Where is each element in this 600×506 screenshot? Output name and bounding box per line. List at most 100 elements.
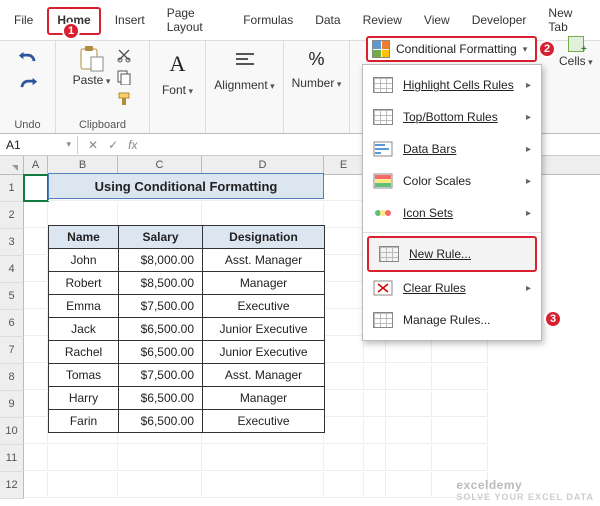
number-format-icon[interactable]: %: [308, 49, 324, 70]
cell[interactable]: [324, 445, 364, 471]
conditional-formatting-button[interactable]: Conditional Formatting ▾: [366, 36, 537, 62]
menu-new-rule[interactable]: New Rule...: [367, 236, 537, 272]
menu-clear-rules[interactable]: Clear Rules ▸: [363, 272, 541, 304]
insert-cells-button[interactable]: Cells: [559, 36, 593, 68]
cell[interactable]: [386, 472, 432, 498]
cell[interactable]: [324, 364, 364, 390]
tab-view[interactable]: View: [416, 9, 458, 33]
cancel-formula-icon[interactable]: ✕: [88, 138, 98, 152]
col-header-c[interactable]: C: [118, 156, 202, 174]
cell[interactable]: [324, 418, 364, 444]
menu-icon-sets[interactable]: Icon Sets ▸: [363, 197, 541, 229]
undo-icon[interactable]: [17, 51, 39, 67]
tab-developer[interactable]: Developer: [464, 9, 535, 33]
row-header-8[interactable]: 8: [0, 364, 24, 391]
cell[interactable]: [48, 472, 118, 498]
menu-color-scales[interactable]: Color Scales ▸: [363, 165, 541, 197]
row-header-2[interactable]: 2: [0, 202, 24, 229]
cell[interactable]: [324, 202, 364, 228]
row-header-7[interactable]: 7: [0, 337, 24, 364]
row-header-12[interactable]: 12: [0, 472, 24, 499]
cell[interactable]: [364, 445, 386, 471]
cell[interactable]: [118, 445, 202, 471]
table-row: John$8,000.00Asst. Manager: [49, 249, 325, 272]
row-header-10[interactable]: 10: [0, 418, 24, 445]
cell[interactable]: [24, 229, 48, 255]
menu-highlight-cells-rules[interactable]: Highlight Cells Rules ▸: [363, 69, 541, 101]
cell[interactable]: [24, 202, 48, 228]
row-header-4[interactable]: 4: [0, 256, 24, 283]
menu-data-bars[interactable]: Data Bars ▸: [363, 133, 541, 165]
cell[interactable]: [386, 364, 432, 390]
tab-file[interactable]: File: [6, 9, 41, 33]
row-header-9[interactable]: 9: [0, 391, 24, 418]
cell[interactable]: [24, 310, 48, 336]
cell[interactable]: [24, 337, 48, 363]
redo-icon[interactable]: [17, 77, 39, 93]
menu-manage-rules[interactable]: Manage Rules...: [363, 304, 541, 336]
menu-separator: [363, 232, 541, 233]
cell[interactable]: [202, 472, 324, 498]
row-header-11[interactable]: 11: [0, 445, 24, 472]
row-header-6[interactable]: 6: [0, 310, 24, 337]
font-group-button[interactable]: Font: [162, 83, 193, 97]
col-header-a[interactable]: A: [24, 156, 48, 174]
cell[interactable]: [432, 418, 488, 444]
cell[interactable]: [24, 283, 48, 309]
cut-icon[interactable]: [116, 47, 132, 63]
col-header-e[interactable]: E: [324, 156, 364, 174]
cell[interactable]: [386, 445, 432, 471]
cell[interactable]: [24, 418, 48, 444]
cell[interactable]: [324, 310, 364, 336]
alignment-group-button[interactable]: Alignment: [214, 78, 274, 92]
tab-new[interactable]: New Tab: [540, 2, 594, 40]
cell[interactable]: [364, 364, 386, 390]
row-header-3[interactable]: 3: [0, 229, 24, 256]
cell[interactable]: [324, 337, 364, 363]
cell[interactable]: [432, 391, 488, 417]
copy-icon[interactable]: [116, 69, 132, 85]
cell[interactable]: [324, 283, 364, 309]
cell[interactable]: [364, 418, 386, 444]
cell[interactable]: [364, 472, 386, 498]
format-painter-icon[interactable]: [116, 91, 132, 107]
col-header-d[interactable]: D: [202, 156, 324, 174]
tab-formulas[interactable]: Formulas: [235, 9, 301, 33]
number-group-button[interactable]: Number: [292, 76, 342, 90]
cell[interactable]: [48, 445, 118, 471]
cell[interactable]: [24, 175, 48, 201]
cell[interactable]: [24, 364, 48, 390]
cell[interactable]: [432, 445, 488, 471]
paste-button[interactable]: Paste: [73, 45, 111, 87]
cell[interactable]: [432, 364, 488, 390]
clear-rules-icon: [373, 280, 393, 296]
cell[interactable]: [24, 256, 48, 282]
cell[interactable]: [24, 472, 48, 498]
name-box[interactable]: A1 ▾: [0, 136, 78, 154]
row-header-1[interactable]: 1: [0, 175, 24, 202]
cell[interactable]: [364, 391, 386, 417]
enter-formula-icon[interactable]: ✓: [108, 138, 118, 152]
cell[interactable]: [324, 256, 364, 282]
menu-top-bottom-rules[interactable]: Top/Bottom Rules ▸: [363, 101, 541, 133]
tab-insert[interactable]: Insert: [107, 9, 153, 33]
fx-icon[interactable]: fx: [128, 138, 137, 152]
cell[interactable]: [24, 391, 48, 417]
cell[interactable]: [118, 472, 202, 498]
cell[interactable]: [324, 472, 364, 498]
cell[interactable]: [386, 418, 432, 444]
row-header-5[interactable]: 5: [0, 283, 24, 310]
cell[interactable]: [324, 175, 364, 201]
cell[interactable]: [324, 229, 364, 255]
cell[interactable]: [324, 391, 364, 417]
tab-data[interactable]: Data: [307, 9, 348, 33]
col-header-b[interactable]: B: [48, 156, 118, 174]
tab-page-layout[interactable]: Page Layout: [159, 2, 229, 40]
cell[interactable]: [24, 445, 48, 471]
tab-review[interactable]: Review: [355, 9, 410, 33]
cell[interactable]: [202, 445, 324, 471]
font-icon[interactable]: A: [170, 51, 186, 77]
select-all-corner[interactable]: [0, 156, 24, 174]
cell[interactable]: [386, 391, 432, 417]
alignment-icon[interactable]: [234, 51, 256, 72]
